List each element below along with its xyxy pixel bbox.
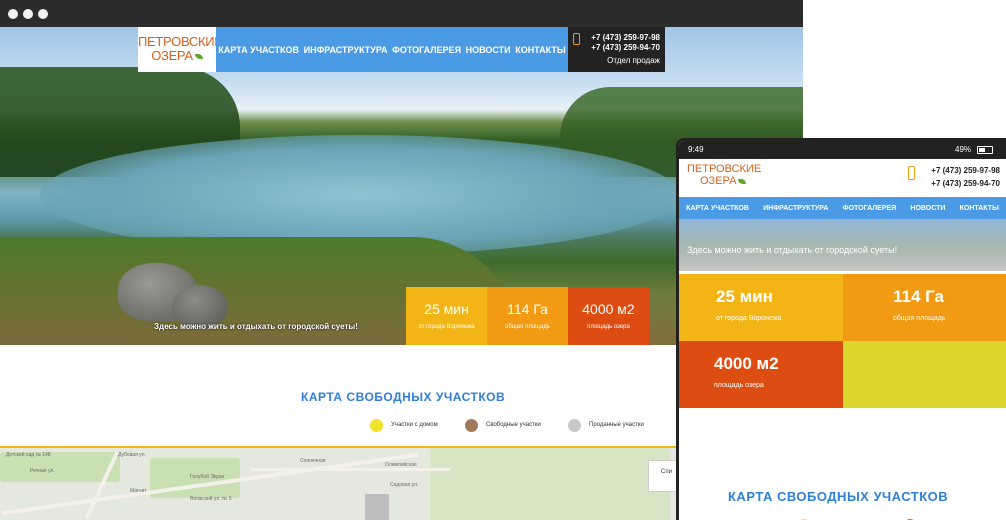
stat-total-area: 114 Га общая площадь <box>843 274 1006 341</box>
browser-chrome <box>0 0 803 27</box>
nav-item-gallery[interactable]: ФОТОГАЛЕРЕЯ <box>843 205 897 212</box>
window-dot-icon <box>38 9 48 19</box>
status-bar: 9:49 49% <box>679 141 1006 159</box>
gray-dot-icon <box>568 418 581 432</box>
main-nav: КАРТА УЧАСТКОВ ИНФРАСТРУКТУРА ФОТОГАЛЕРЕ… <box>216 27 568 72</box>
legend-item-free[interactable]: Свободные участки <box>465 418 541 432</box>
mobile-nav: КАРТА УЧАСТКОВ ИНФРАСТРУКТУРА ФОТОГАЛЕРЕ… <box>679 197 1006 219</box>
section-title-map: КАРТА СВОБОДНЫХ УЧАСТКОВ <box>728 489 949 504</box>
yellow-dot-icon <box>370 418 383 432</box>
window-dot-icon <box>8 9 18 19</box>
nav-item-gallery[interactable]: ФОТОГАЛЕРЕЯ <box>392 45 461 55</box>
plots-map[interactable]: Детский сад № 148 Речная ул. Дубовая ул.… <box>0 446 680 520</box>
battery-icon <box>977 146 993 154</box>
phone-link[interactable]: +7 (473) 259-94-70 <box>931 177 1000 190</box>
nav-item-contacts[interactable]: КОНТАКТЫ <box>960 205 999 212</box>
nav-item-infrastructure[interactable]: ИНФРАСТРУКТУРА <box>763 205 828 212</box>
site-logo[interactable]: ПЕТРОВСКИЕ ОЗЕРА <box>687 163 761 187</box>
stat-empty-tile <box>843 341 1006 408</box>
mobile-mockup: 9:49 49% ПЕТРОВСКИЕ ОЗЕРА +7 (473) 259-9… <box>676 138 1006 520</box>
legend-item-with-house[interactable]: Участки с домом <box>370 418 438 432</box>
legend-item-sold[interactable]: Проданные участки <box>568 418 644 432</box>
header-phones: +7 (473) 259-97-98 +7 (473) 259-94-70 <box>931 164 1000 190</box>
stat-travel-time: 25 мин от города Воронежа <box>406 287 487 345</box>
nav-item-infrastructure[interactable]: ИНФРАСТРУКТУРА <box>304 45 388 55</box>
stat-total-area: 114 Га общая площадь <box>487 287 568 345</box>
phone-link[interactable]: +7 (473) 259-97-98 <box>568 33 660 43</box>
stat-travel-time: 25 мин от города Воронежа <box>679 274 843 341</box>
brown-dot-icon <box>465 418 478 432</box>
leaf-icon <box>738 178 747 184</box>
nav-item-map[interactable]: КАРТА УЧАСТКОВ <box>218 45 299 55</box>
map-layer-button[interactable]: Спи <box>648 460 678 492</box>
phone-icon <box>573 33 580 45</box>
phone-link[interactable]: +7 (473) 259-97-98 <box>931 164 1000 177</box>
stat-lake-area: 4000 м2 площадь озера <box>568 287 649 345</box>
nav-item-news[interactable]: НОВОСТИ <box>910 205 945 212</box>
window-dot-icon <box>23 9 33 19</box>
nav-item-map[interactable]: КАРТА УЧАСТКОВ <box>686 205 749 212</box>
stat-lake-area: 4000 м2 площадь озера <box>679 341 843 408</box>
mobile-hero: Здесь можно жить и отдыхать от городской… <box>679 219 1006 271</box>
nav-item-contacts[interactable]: КОНТАКТЫ <box>515 45 565 55</box>
hero-tagline: Здесь можно жить и отдыхать от городской… <box>687 245 898 255</box>
mobile-header: ПЕТРОВСКИЕ ОЗЕРА +7 (473) 259-97-98 +7 (… <box>679 159 1006 197</box>
leaf-icon <box>194 54 203 60</box>
battery-percent: 49% <box>955 145 972 154</box>
site-logo[interactable]: ПЕТРОВСКИЕ ОЗЕРА <box>138 27 223 72</box>
hero-tagline: Здесь можно жить и отдыхать от городской… <box>154 322 358 331</box>
phone-link[interactable]: +7 (473) 259-94-70 <box>568 43 660 53</box>
status-time: 9:49 <box>688 145 704 154</box>
header-contacts: +7 (473) 259-97-98 +7 (473) 259-94-70 От… <box>568 27 665 72</box>
sales-label: Отдел продаж <box>607 56 660 65</box>
nav-item-news[interactable]: НОВОСТИ <box>466 45 511 55</box>
phone-icon <box>908 166 915 180</box>
section-title-map: КАРТА СВОБОДНЫХ УЧАСТКОВ <box>301 390 506 404</box>
